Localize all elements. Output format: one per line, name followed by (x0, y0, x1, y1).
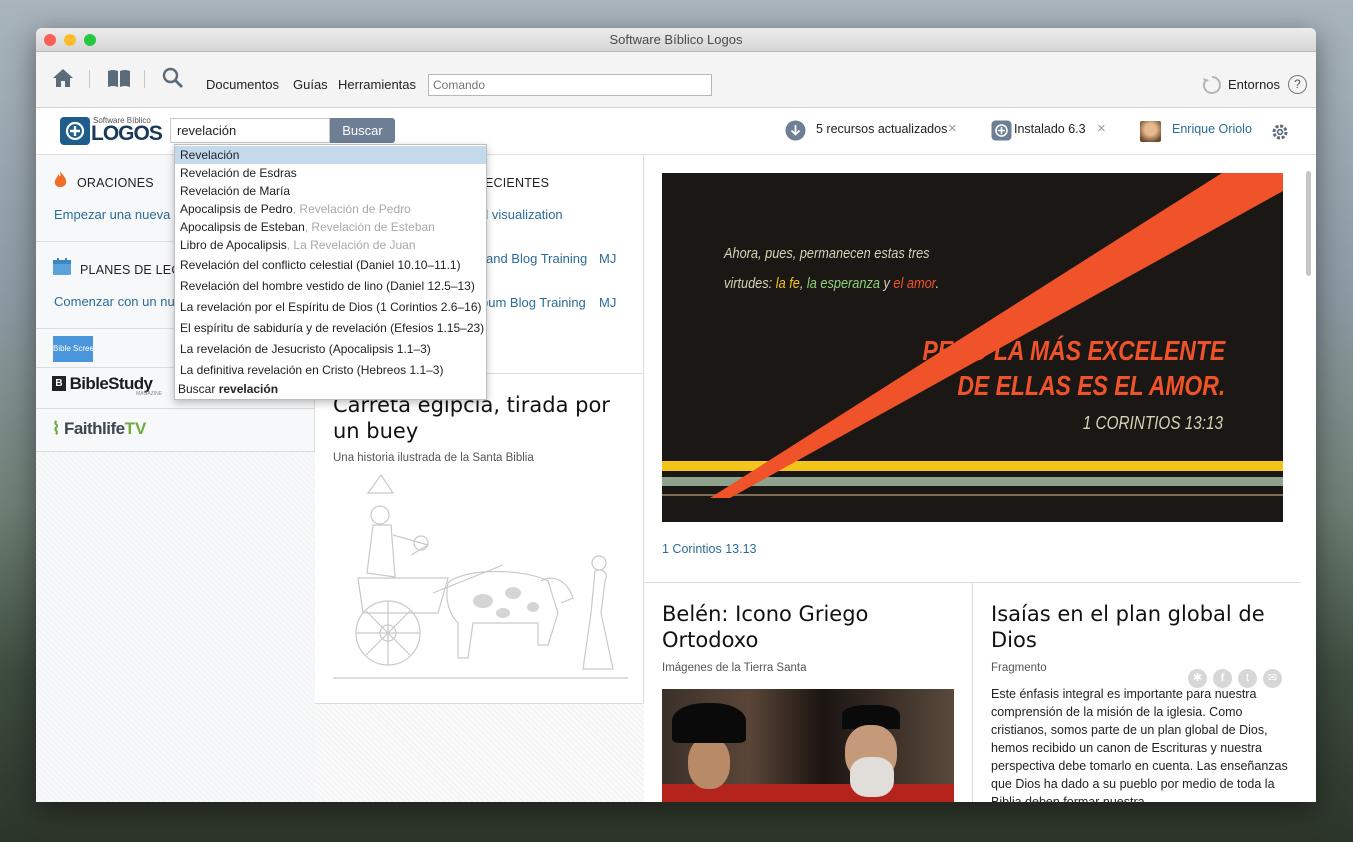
recent-item[interactable]: and Blog Training (486, 251, 587, 266)
command-input[interactable] (428, 74, 712, 96)
verse-intro: Ahora, pues, permanecen estas tres virtu… (724, 245, 940, 292)
suggestion-item[interactable]: Revelación (175, 146, 486, 164)
logo-wordmark: LOGOS (91, 122, 163, 145)
toolbar-divider (89, 70, 90, 88)
suggestion-item[interactable]: Apocalipsis de Esteban, Revelación de Es… (175, 218, 486, 236)
reading-plans-title: PLANES DE LECT (80, 263, 189, 277)
search-icon[interactable] (162, 67, 184, 89)
empty-panel (315, 703, 644, 802)
suggestion-item[interactable]: La revelación de Jesucristo (Apocalipsis… (175, 340, 486, 358)
search-for-suggestion[interactable]: Buscar revelación (175, 380, 486, 398)
main-toolbar: Documentos Guías Herramientas Entornos ? (36, 52, 1316, 108)
egyptian-cart-illustration[interactable] (333, 473, 628, 688)
user-avatar[interactable] (1140, 121, 1161, 142)
verse-reference: 1 CORINTIOS 13:13 (1082, 413, 1223, 433)
suggestion-item[interactable]: Revelación del conflicto celestial (Dani… (175, 256, 486, 274)
verse-poster[interactable]: Ahora, pues, permanecen estas tres virtu… (662, 173, 1283, 522)
recent-title: ECIENTES (485, 176, 550, 190)
search-button[interactable]: Buscar (330, 118, 395, 143)
user-name-link[interactable]: Enrique Oriolo (1172, 122, 1252, 136)
help-button[interactable]: ? (1288, 75, 1307, 94)
bible-screen-logo[interactable]: Bible Screen (53, 336, 93, 362)
faithlife-tv-logo[interactable]: ⌇ FaithlifeTV (52, 419, 146, 439)
zoom-window-button[interactable] (84, 34, 96, 46)
scrollbar-thumb[interactable] (1306, 171, 1311, 276)
empty-panel (36, 451, 315, 802)
dismiss-installed-button[interactable]: × (1097, 120, 1106, 137)
suggestion-item[interactable]: Apocalipsis de Pedro, Revelación de Pedr… (175, 200, 486, 218)
search-input[interactable] (170, 118, 330, 143)
download-icon (785, 120, 806, 141)
orthodox-priests-photo[interactable] (662, 689, 954, 802)
suggestion-item[interactable]: Revelación de María (175, 182, 486, 200)
suggestion-item[interactable]: La definitiva revelación en Cristo (Hebr… (175, 361, 486, 379)
menu-documents[interactable]: Documentos (206, 77, 279, 92)
calendar-icon (53, 258, 71, 275)
layouts-menu[interactable]: Entornos (1228, 77, 1280, 92)
prayer-flame-icon (54, 171, 67, 188)
reading-plan-start-link[interactable]: Comenzar con un nu (54, 294, 175, 309)
right-column: Ahora, pues, permanecen estas tres virtu… (644, 155, 1316, 802)
card-excerpt: Este énfasis integral es importante para… (991, 687, 1288, 802)
app-window: Software Bíblico Logos Documentos Guías … (36, 28, 1316, 802)
recent-item-initials: MJ (599, 251, 617, 266)
card-title[interactable]: Belén: Icono Griego Ortodoxo (662, 601, 952, 653)
recent-item[interactable]: bum Blog Training (481, 295, 586, 310)
dismiss-updates-button[interactable]: × (948, 120, 957, 137)
suggestion-item[interactable]: Libro de Apocalipsis, La Revelación de J… (175, 236, 486, 254)
home-icon[interactable] (52, 68, 74, 88)
settings-gear-icon[interactable] (1271, 123, 1289, 141)
card-subtitle: Una historia ilustrada de la Santa Bibli… (333, 452, 534, 464)
title-bar: Software Bíblico Logos (36, 28, 1316, 52)
search-suggestions: Revelación Revelación de Esdras Revelaci… (174, 144, 487, 400)
sync-icon (1202, 76, 1221, 94)
card-subtitle: Fragmento (991, 662, 1047, 674)
library-icon[interactable] (107, 69, 131, 88)
menu-guides[interactable]: Guías (293, 77, 328, 92)
installed-notification[interactable]: Instalado 6.3 (1014, 122, 1086, 136)
installed-icon (991, 120, 1012, 141)
prayers-start-link[interactable]: Empezar una nueva (54, 207, 170, 222)
suggestion-item[interactable]: Revelación del hombre vestido de lino (D… (175, 277, 486, 295)
updates-notification[interactable]: 5 recursos actualizados (816, 122, 947, 136)
suggestion-item[interactable]: Revelación de Esdras (175, 164, 486, 182)
close-window-button[interactable] (44, 34, 56, 46)
card-title[interactable]: Isaías en el plan global de Dios (991, 601, 1291, 653)
suggestion-item[interactable]: El espíritu de sabiduría y de revelación… (175, 319, 486, 337)
verse-link[interactable]: 1 Corintios 13.13 (662, 542, 757, 556)
menu-tools[interactable]: Herramientas (338, 77, 416, 92)
recent-item-initials: MJ (599, 295, 617, 310)
prayers-title: ORACIONES (77, 176, 154, 190)
bible-study-logo[interactable]: B BibleStudy MAGAZINE (52, 374, 162, 397)
suggestion-item[interactable]: La revelación por el Espíritu de Dios (1… (175, 298, 486, 316)
logos-logo-icon (60, 117, 90, 145)
card-subtitle: Imágenes de la Tierra Santa (662, 662, 807, 674)
verse-main-text: PERO LA MÁS EXCELENTE DE ELLAS ES EL AMO… (922, 335, 1225, 401)
toolbar-divider (144, 70, 145, 88)
minimize-window-button[interactable] (64, 34, 76, 46)
recent-item[interactable]: d visualization (481, 207, 563, 222)
window-title: Software Bíblico Logos (609, 32, 743, 47)
